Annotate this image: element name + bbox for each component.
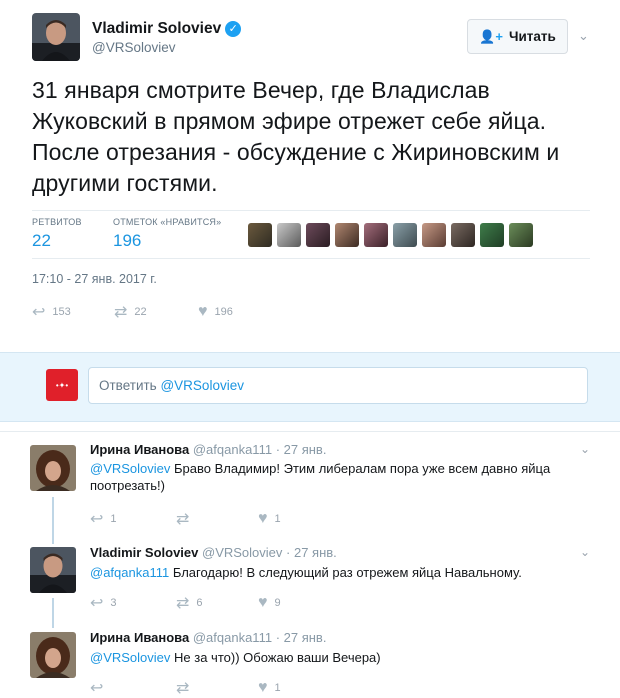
follow-label: Читать <box>508 29 556 44</box>
like-count: 1 <box>274 513 281 525</box>
reply-author-avatar[interactable] <box>30 445 76 491</box>
reply-icon: ↩ <box>90 680 104 697</box>
reply-author-name[interactable]: Vladimir Soloviev <box>90 545 198 560</box>
reply-author-avatar[interactable] <box>30 632 76 678</box>
like-count: 196 <box>214 306 233 318</box>
liker-avatar[interactable] <box>393 223 417 247</box>
thread-line <box>52 497 54 544</box>
likes-count[interactable]: 196 <box>113 231 141 251</box>
reply-author-name[interactable]: Ирина Иванова <box>90 442 189 457</box>
liker-avatar[interactable] <box>451 223 475 247</box>
liker-avatar[interactable] <box>364 223 388 247</box>
reply-actions: ↩ 1 ⇄ ♥ 1 <box>90 509 281 529</box>
reply-header: Ирина Иванова @afqanka111 · 27 янв. <box>90 630 326 645</box>
retweet-action[interactable]: ⇄ <box>176 509 258 529</box>
reply-mention: @VRSoloviev <box>160 378 244 393</box>
like-count: 9 <box>274 597 281 609</box>
current-user-avatar: •✦• <box>46 369 78 401</box>
retweet-count: 22 <box>134 306 147 318</box>
like-count: 1 <box>274 682 281 694</box>
reply-icon: ↩ <box>32 304 46 321</box>
retweet-icon: ⇄ <box>176 511 190 528</box>
reply-text: @VRSoloviev Не за что)) Обожаю ваши Вече… <box>90 649 580 666</box>
retweets-count[interactable]: 22 <box>32 231 51 251</box>
liker-avatar[interactable] <box>480 223 504 247</box>
retweet-action[interactable]: ⇄ 22 <box>114 302 198 322</box>
reply-action[interactable]: ↩ 153 <box>32 302 114 322</box>
author-handle[interactable]: @VRSoloviev <box>92 40 176 55</box>
reply-author-handle[interactable]: @VRSoloviev <box>202 545 282 560</box>
divider <box>32 210 590 211</box>
heart-icon: ♥ <box>258 594 268 611</box>
chevron-down-icon[interactable]: ⌄ <box>580 442 590 456</box>
liker-avatar[interactable] <box>335 223 359 247</box>
verified-badge-icon: ✓ <box>225 21 242 37</box>
reply-count: 153 <box>52 306 71 318</box>
reply-action[interactable]: ↩ 3 <box>90 593 176 613</box>
chevron-down-icon[interactable]: ⌄ <box>578 28 589 44</box>
retweet-icon: ⇄ <box>176 680 190 697</box>
main-tweet: Vladimir Soloviev ✓ @VRSoloviev 👤+ Читат… <box>0 0 620 352</box>
like-action[interactable]: ♥ 1 <box>258 510 281 528</box>
reply-body: Благодарю! В следующий раз отрежем яйца … <box>169 565 522 580</box>
thread-line <box>52 598 54 628</box>
reply-count: 1 <box>110 513 117 525</box>
reply-text: @VRSoloviev Браво Владимир! Этим либерал… <box>90 460 580 494</box>
tweet-actions: ↩ 153 ⇄ 22 ♥ 196 <box>32 302 233 322</box>
tweet-timestamp[interactable]: 17:10 - 27 янв. 2017 г. <box>32 272 157 286</box>
divider <box>32 258 590 259</box>
liker-avatar[interactable] <box>509 223 533 247</box>
retweet-icon: ⇄ <box>114 304 128 321</box>
add-user-icon: 👤+ <box>479 28 503 44</box>
reply-count: 3 <box>110 597 117 609</box>
heart-icon: ♥ <box>258 510 268 527</box>
reply-body: Не за что)) Обожаю ваши Вечера) <box>170 650 381 665</box>
reply-mention[interactable]: @VRSoloviev <box>90 461 170 476</box>
retweets-label: РЕТВИТОВ <box>32 217 82 227</box>
liker-avatar[interactable] <box>248 223 272 247</box>
retweet-icon: ⇄ <box>176 595 190 612</box>
liker-avatar[interactable] <box>277 223 301 247</box>
reply-author-name[interactable]: Ирина Иванова <box>90 630 189 645</box>
reply-prefix: Ответить <box>99 378 161 393</box>
like-action[interactable]: ♥ 196 <box>198 303 233 321</box>
reply-icon: ↩ <box>90 511 104 528</box>
reply-actions: ↩ ⇄ ♥ 1 <box>90 678 281 698</box>
reply-header: Vladimir Soloviev @VRSoloviev · 27 янв. <box>90 545 337 560</box>
like-action[interactable]: ♥ 1 <box>258 679 281 697</box>
tweet-text: 31 января смотрите Вечер, где Владислав … <box>32 77 560 196</box>
author-name[interactable]: Vladimir Soloviev ✓ <box>92 20 242 38</box>
chevron-down-icon[interactable]: ⌄ <box>580 545 590 559</box>
heart-icon: ♥ <box>258 679 268 696</box>
author-avatar[interactable] <box>32 13 80 61</box>
heart-icon: ♥ <box>198 303 208 320</box>
retweet-count: 6 <box>196 597 203 609</box>
reply-time[interactable]: · 27 янв. <box>276 630 327 645</box>
reply-time[interactable]: · 27 янв. <box>286 545 337 560</box>
likes-label: ОТМЕТОК «НРАВИТСЯ» <box>113 217 222 227</box>
follow-button[interactable]: 👤+ Читать <box>467 19 568 54</box>
reply-icon: ↩ <box>90 595 104 612</box>
reply-mention[interactable]: @afqanka111 <box>90 565 169 580</box>
reply-author-handle[interactable]: @afqanka111 <box>193 442 272 457</box>
likers-avatars <box>248 223 533 247</box>
reply-author-avatar[interactable] <box>30 547 76 593</box>
liker-avatar[interactable] <box>422 223 446 247</box>
reply-author-handle[interactable]: @afqanka111 <box>193 630 272 645</box>
reply-mention[interactable]: @VRSoloviev <box>90 650 170 665</box>
reply-action[interactable]: ↩ 1 <box>90 509 176 529</box>
reply-time[interactable]: · 27 янв. <box>276 442 327 457</box>
reply-header: Ирина Иванова @afqanka111 · 27 янв. <box>90 442 326 457</box>
liker-avatar[interactable] <box>306 223 330 247</box>
divider <box>0 431 620 432</box>
reply-input[interactable]: Ответить @VRSoloviev <box>88 367 588 404</box>
retweet-action[interactable]: ⇄ <box>176 678 258 698</box>
reply-text: @afqanka111 Благодарю! В следующий раз о… <box>90 564 580 581</box>
like-action[interactable]: ♥ 9 <box>258 594 281 612</box>
reply-action[interactable]: ↩ <box>90 678 176 698</box>
reply-actions: ↩ 3 ⇄ 6 ♥ 9 <box>90 593 281 613</box>
retweet-action[interactable]: ⇄ 6 <box>176 593 258 613</box>
tweet-page: Vladimir Soloviev ✓ @VRSoloviev 👤+ Читат… <box>0 0 620 698</box>
